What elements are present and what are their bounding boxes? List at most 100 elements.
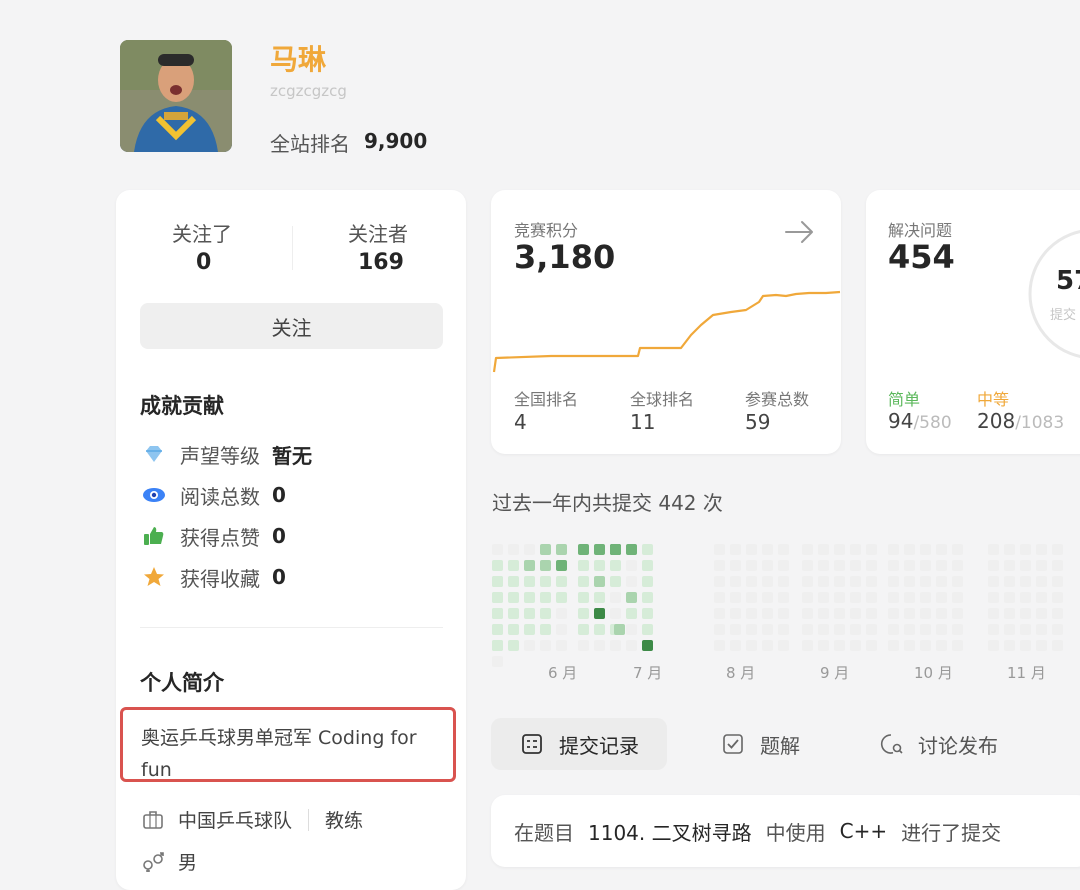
heatmap-cell[interactable] (614, 624, 625, 635)
heatmap-cell[interactable] (540, 544, 551, 555)
heatmap-cell[interactable] (1036, 640, 1047, 651)
heatmap-cell[interactable] (904, 608, 915, 619)
heatmap-cell[interactable] (540, 560, 551, 571)
heatmap-cell[interactable] (904, 592, 915, 603)
heatmap-cell[interactable] (578, 544, 589, 555)
heatmap-cell[interactable] (920, 560, 931, 571)
heatmap-cell[interactable] (642, 560, 653, 571)
heatmap-cell[interactable] (594, 640, 605, 651)
heatmap-cell[interactable] (936, 592, 947, 603)
heatmap-cell[interactable] (714, 576, 725, 587)
heatmap-cell[interactable] (578, 640, 589, 651)
heatmap-cell[interactable] (714, 592, 725, 603)
heatmap-cell[interactable] (730, 640, 741, 651)
heatmap-cell[interactable] (952, 576, 963, 587)
heatmap-cell[interactable] (762, 624, 773, 635)
heatmap-cell[interactable] (746, 608, 757, 619)
heatmap-cell[interactable] (1052, 544, 1063, 555)
heatmap-cell[interactable] (762, 592, 773, 603)
heatmap-cell[interactable] (556, 624, 567, 635)
tab-submissions[interactable]: 提交记录 (491, 718, 667, 770)
heatmap-cell[interactable] (952, 544, 963, 555)
heatmap-cell[interactable] (556, 608, 567, 619)
heatmap-cell[interactable] (746, 560, 757, 571)
heatmap-cell[interactable] (850, 544, 861, 555)
heatmap-cell[interactable] (1052, 560, 1063, 571)
heatmap-cell[interactable] (778, 608, 789, 619)
heatmap-cell[interactable] (1036, 624, 1047, 635)
heatmap-cell[interactable] (508, 560, 519, 571)
heatmap-cell[interactable] (1020, 608, 1031, 619)
heatmap-cell[interactable] (1052, 592, 1063, 603)
problem-link[interactable]: 1104. 二叉树寻路 (588, 817, 752, 846)
heatmap-cell[interactable] (834, 576, 845, 587)
heatmap-cell[interactable] (904, 576, 915, 587)
heatmap-cell[interactable] (540, 576, 551, 587)
heatmap-cell[interactable] (1004, 608, 1015, 619)
heatmap-cell[interactable] (866, 544, 877, 555)
heatmap-cell[interactable] (508, 576, 519, 587)
heatmap-cell[interactable] (888, 608, 899, 619)
heatmap-cell[interactable] (642, 592, 653, 603)
heatmap-cell[interactable] (578, 592, 589, 603)
heatmap-cell[interactable] (714, 624, 725, 635)
heatmap-cell[interactable] (1020, 640, 1031, 651)
heatmap-cell[interactable] (802, 640, 813, 651)
heatmap-cell[interactable] (920, 592, 931, 603)
heatmap-cell[interactable] (888, 576, 899, 587)
heatmap-cell[interactable] (866, 592, 877, 603)
heatmap-cell[interactable] (834, 640, 845, 651)
heatmap-cell[interactable] (1004, 592, 1015, 603)
heatmap-cell[interactable] (642, 624, 653, 635)
follow-button[interactable]: 关注 (140, 303, 443, 349)
heatmap-cell[interactable] (610, 608, 621, 619)
heatmap-cell[interactable] (714, 640, 725, 651)
arrow-right-icon[interactable] (784, 218, 816, 250)
heatmap-cell[interactable] (492, 640, 503, 651)
heatmap-cell[interactable] (988, 560, 999, 571)
heatmap-cell[interactable] (594, 592, 605, 603)
heatmap-cell[interactable] (524, 544, 535, 555)
heatmap-cell[interactable] (1036, 608, 1047, 619)
submission-item[interactable]: 在题目 1104. 二叉树寻路 中使用 C++ 进行了提交 (491, 795, 1080, 867)
heatmap-cell[interactable] (492, 544, 503, 555)
heatmap-cell[interactable] (1020, 560, 1031, 571)
heatmap-cell[interactable] (936, 624, 947, 635)
heatmap-cell[interactable] (762, 560, 773, 571)
heatmap-cell[interactable] (834, 624, 845, 635)
heatmap-cell[interactable] (626, 592, 637, 603)
heatmap-cell[interactable] (540, 608, 551, 619)
heatmap-cell[interactable] (850, 640, 861, 651)
heatmap-cell[interactable] (802, 560, 813, 571)
following-label[interactable]: 关注了 (172, 218, 232, 247)
heatmap-cell[interactable] (556, 576, 567, 587)
heatmap-cell[interactable] (578, 624, 589, 635)
heatmap-cell[interactable] (492, 576, 503, 587)
avatar[interactable] (120, 40, 232, 152)
heatmap-cell[interactable] (1020, 592, 1031, 603)
heatmap-cell[interactable] (866, 608, 877, 619)
heatmap-cell[interactable] (818, 576, 829, 587)
heatmap-cell[interactable] (778, 560, 789, 571)
heatmap-cell[interactable] (834, 592, 845, 603)
heatmap-cell[interactable] (778, 592, 789, 603)
heatmap-cell[interactable] (556, 560, 567, 571)
heatmap-cell[interactable] (778, 576, 789, 587)
heatmap-cell[interactable] (610, 640, 621, 651)
heatmap-cell[interactable] (988, 576, 999, 587)
heatmap-cell[interactable] (1036, 592, 1047, 603)
heatmap-cell[interactable] (778, 544, 789, 555)
heatmap-cell[interactable] (888, 592, 899, 603)
heatmap-cell[interactable] (610, 560, 621, 571)
heatmap-cell[interactable] (730, 576, 741, 587)
heatmap-cell[interactable] (1052, 640, 1063, 651)
heatmap-cell[interactable] (610, 544, 621, 555)
heatmap-cell[interactable] (818, 624, 829, 635)
heatmap-cell[interactable] (952, 608, 963, 619)
heatmap-cell[interactable] (866, 624, 877, 635)
heatmap-cell[interactable] (642, 544, 653, 555)
heatmap-cell[interactable] (746, 592, 757, 603)
heatmap-cell[interactable] (920, 640, 931, 651)
heatmap-cell[interactable] (952, 592, 963, 603)
heatmap-cell[interactable] (524, 640, 535, 651)
